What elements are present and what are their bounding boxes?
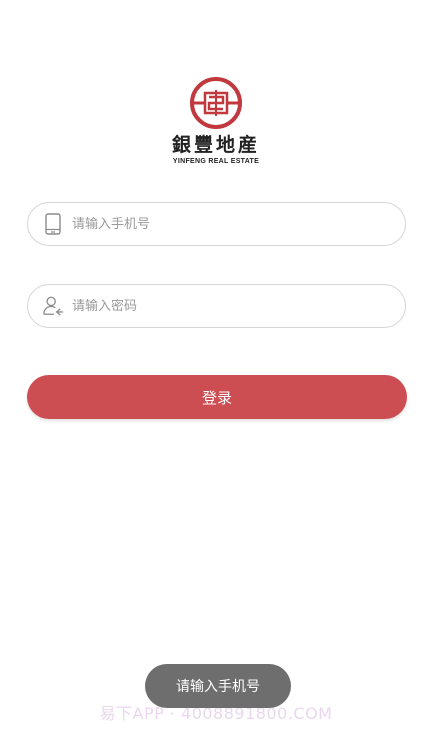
brand-logo: 銀豐地産 YINFENG REAL ESTATE [0,76,432,165]
brand-name-cn: 銀豐地産 [171,134,260,156]
yinfeng-logo-icon [190,77,242,129]
smartphone-icon [42,212,64,236]
brand-name-en: YINFENG REAL ESTATE [172,158,260,165]
password-input[interactable] [72,298,352,314]
login-button[interactable]: 登录 [27,375,407,419]
toast-message: 请输入手机号 [145,664,291,708]
user-key-icon [42,294,64,318]
phone-input[interactable] [72,216,352,232]
password-field[interactable] [27,284,406,328]
phone-field[interactable] [27,202,406,246]
